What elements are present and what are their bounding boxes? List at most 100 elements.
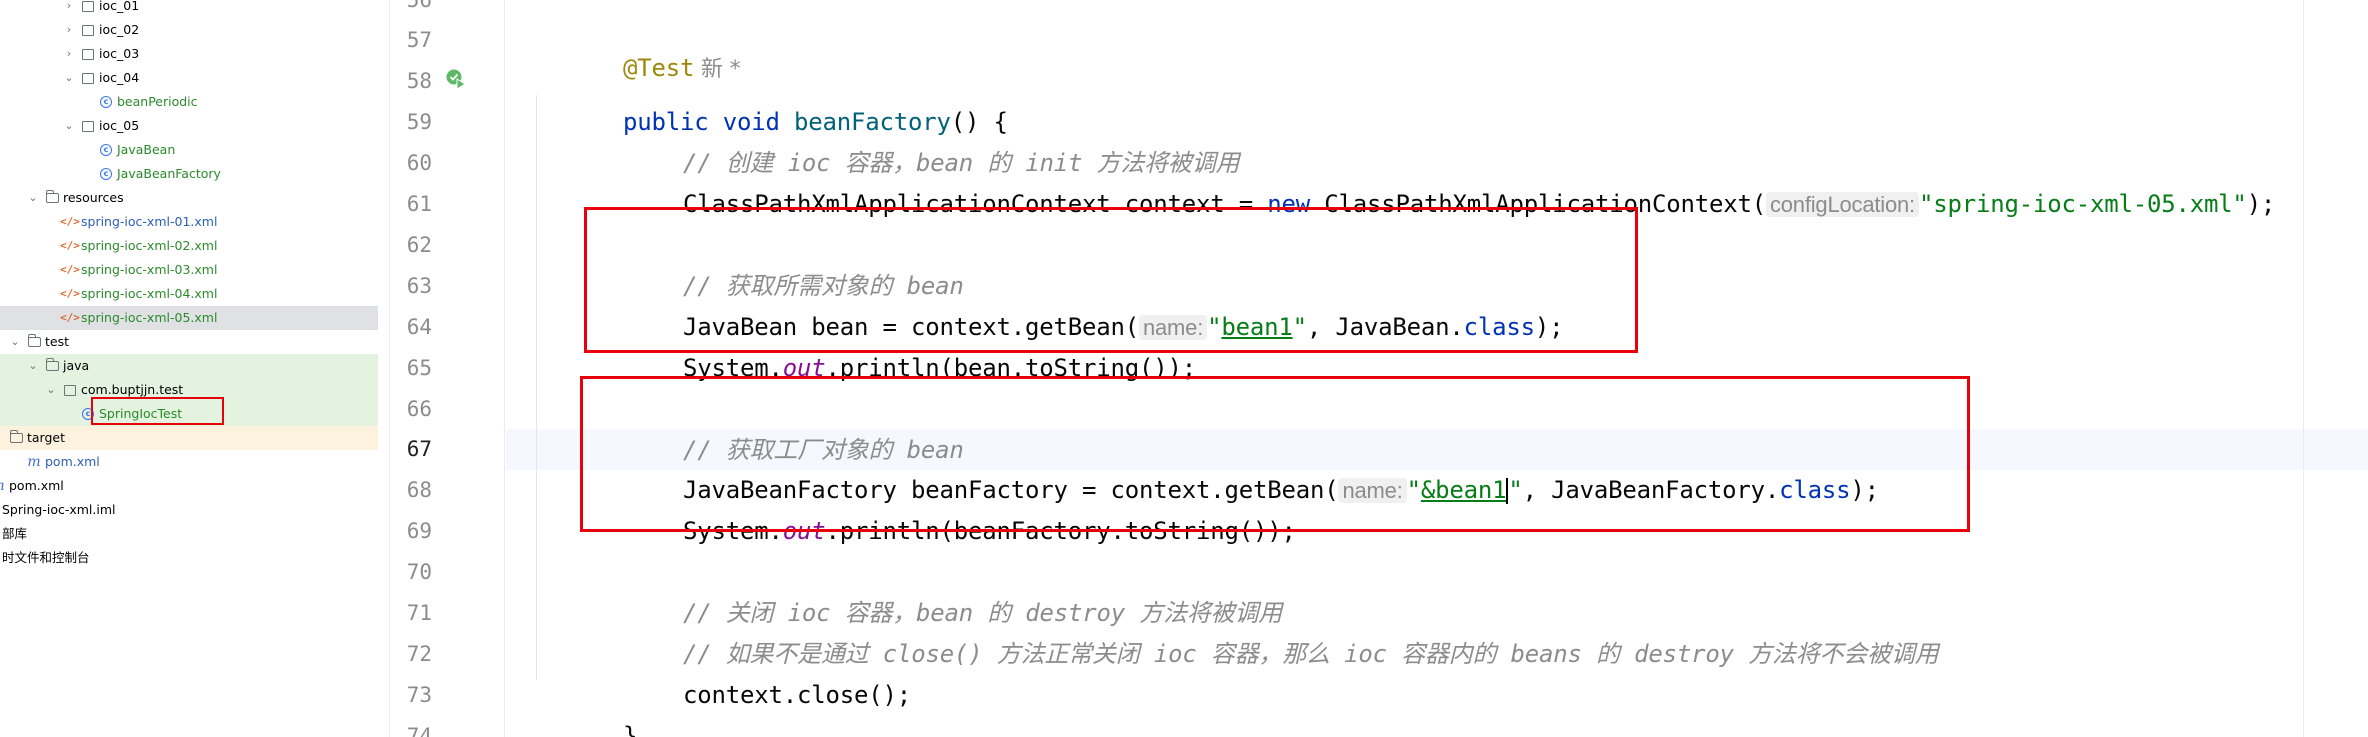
chevron-down-icon[interactable]: ⌄ xyxy=(26,354,40,378)
tree-item-label: java xyxy=(63,358,90,373)
tree-item[interactable]: mpom.xml xyxy=(0,474,378,498)
right-margin-guide xyxy=(2303,0,2304,737)
class-icon: c xyxy=(98,90,114,114)
tree-item[interactable]: </> spring-ioc-xml-05.xml xyxy=(0,306,378,330)
tree-item-label: Spring-ioc-xml.iml xyxy=(2,502,116,517)
chevron-right-icon[interactable]: › xyxy=(62,18,76,42)
folder-icon xyxy=(8,426,24,450)
tree-item[interactable]: › target xyxy=(0,426,378,450)
tree-item[interactable]: ⌄ ioc_04 xyxy=(0,66,378,90)
code-line-72: context.close(); xyxy=(626,634,911,709)
tree-item[interactable]: ⌄ resources xyxy=(0,186,378,210)
tree-item[interactable]: › ioc_02 xyxy=(0,18,378,42)
line-number[interactable]: 59 xyxy=(372,102,432,143)
highlight-box-get-bean xyxy=(584,207,1638,353)
tree-item[interactable]: m pom.xml xyxy=(0,450,378,474)
highlight-box-get-factory xyxy=(580,376,1970,532)
tree-item[interactable]: 部库 xyxy=(0,522,378,546)
tree-item-label: spring-ioc-xml-02.xml xyxy=(81,238,218,253)
tree-item-label: ioc_03 xyxy=(99,46,140,61)
code-line-70: // 关闭 ioc 容器，bean 的 destroy 方法将被调用 xyxy=(626,552,1282,627)
chevron-right-icon[interactable]: › xyxy=(62,0,76,18)
tree-item[interactable]: ⌄ test xyxy=(0,330,378,354)
line-number[interactable]: 62 xyxy=(372,225,432,266)
tree-item-label: resources xyxy=(63,190,124,205)
line-number[interactable]: 64 xyxy=(372,307,432,348)
tree-item[interactable]: ⌄ java xyxy=(0,354,378,378)
tree-item-label: JavaBeanFactory xyxy=(117,166,221,181)
tree-item-label: test xyxy=(45,334,70,349)
tree-item-label: ioc_01 xyxy=(99,0,140,13)
line-number[interactable]: 63 xyxy=(372,266,432,307)
tree-item[interactable]: › ioc_03 xyxy=(0,42,378,66)
package-icon xyxy=(80,114,96,138)
line-number[interactable]: 69 xyxy=(372,511,432,552)
line-number[interactable]: 72 xyxy=(372,634,432,675)
code-line-60: ClassPathXmlApplicationContext context =… xyxy=(626,143,2275,218)
line-number[interactable]: 66 xyxy=(372,389,432,430)
tree-item-label: pom.xml xyxy=(45,454,100,469)
tree-item[interactable]: Spring-ioc-xml.iml xyxy=(0,498,378,522)
maven-file-icon: m xyxy=(27,454,41,470)
line-number[interactable]: 57 xyxy=(372,20,432,61)
tree-item-label: spring-ioc-xml-04.xml xyxy=(81,286,218,301)
line-number[interactable]: 56 xyxy=(372,0,432,21)
line-number[interactable]: 68 xyxy=(372,470,432,511)
folder-icon xyxy=(26,330,42,354)
tree-item[interactable]: </> spring-ioc-xml-03.xml xyxy=(0,258,378,282)
tree-item[interactable]: </> spring-ioc-xml-04.xml xyxy=(0,282,378,306)
line-number[interactable]: 58 xyxy=(372,61,432,102)
code-text: ); xyxy=(2246,190,2276,218)
package-icon xyxy=(80,0,96,18)
line-number[interactable]: 73 xyxy=(372,675,432,716)
xml-file-icon: </> xyxy=(60,215,80,228)
folder-icon xyxy=(44,354,60,378)
closing-brace: } xyxy=(623,722,638,737)
xml-file-icon: </> xyxy=(60,263,80,276)
folder-icon xyxy=(44,186,60,210)
run-test-icon[interactable] xyxy=(445,68,467,90)
package-icon xyxy=(62,378,78,402)
tree-item[interactable]: c JavaBeanFactory xyxy=(0,162,378,186)
tree-item-label: 部库 xyxy=(2,526,28,541)
line-number[interactable]: 61 xyxy=(372,184,432,225)
tree-item[interactable]: </> spring-ioc-xml-01.xml xyxy=(0,210,378,234)
param-hint: configLocation: xyxy=(1765,192,1919,217)
line-number[interactable]: 67 xyxy=(372,429,432,470)
package-icon xyxy=(80,42,96,66)
tree-item-label: ioc_05 xyxy=(99,118,140,133)
chevron-right-icon[interactable]: › xyxy=(0,426,4,450)
tree-item-label: spring-ioc-xml-05.xml xyxy=(81,310,218,325)
code-line-73: } xyxy=(566,675,637,737)
tree-item-label: pom.xml xyxy=(9,478,64,493)
tree-item[interactable]: 时文件和控制台 xyxy=(0,546,378,570)
chevron-down-icon[interactable]: ⌄ xyxy=(62,66,76,90)
tree-item-label: spring-ioc-xml-01.xml xyxy=(81,214,218,229)
code-line-58: public void beanFactory() { xyxy=(566,61,1008,136)
tree-item[interactable]: › ioc_01 xyxy=(0,0,378,18)
line-number[interactable]: 65 xyxy=(372,348,432,389)
highlight-box-test-class xyxy=(91,397,224,425)
xml-file-icon: </> xyxy=(60,239,80,252)
class-icon: c xyxy=(98,162,114,186)
tree-item[interactable]: c beanPeriodic xyxy=(0,90,378,114)
code-editor[interactable]: @Test 新 * public void beanFactory() { //… xyxy=(506,0,2368,737)
line-number[interactable]: 60 xyxy=(372,143,432,184)
tree-item[interactable]: </> spring-ioc-xml-02.xml xyxy=(0,234,378,258)
indent-guide xyxy=(536,95,537,680)
chevron-down-icon[interactable]: ⌄ xyxy=(44,378,58,402)
tree-item-label: beanPeriodic xyxy=(117,94,198,109)
chevron-down-icon[interactable]: ⌄ xyxy=(62,114,76,138)
chevron-right-icon[interactable]: › xyxy=(62,42,76,66)
tree-item[interactable]: c JavaBean xyxy=(0,138,378,162)
code-line-59: // 创建 ioc 容器，bean 的 init 方法将被调用 xyxy=(626,102,1240,177)
package-icon xyxy=(80,18,96,42)
line-number[interactable]: 74 xyxy=(372,716,432,737)
line-number[interactable]: 71 xyxy=(372,593,432,634)
line-number[interactable]: 70 xyxy=(372,552,432,593)
tree-item[interactable]: ⌄ ioc_05 xyxy=(0,114,378,138)
code-line-71: // 如果不是通过 close() 方法正常关闭 ioc 容器，那么 ioc 容… xyxy=(626,593,1939,668)
chevron-down-icon[interactable]: ⌄ xyxy=(8,330,22,354)
chevron-down-icon[interactable]: ⌄ xyxy=(26,186,40,210)
xml-file-icon: </> xyxy=(60,311,80,324)
